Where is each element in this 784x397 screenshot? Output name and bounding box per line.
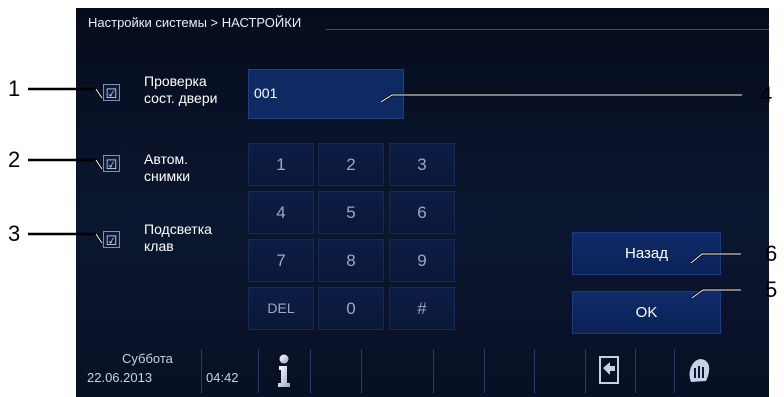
callout-lines xyxy=(28,87,742,300)
callout-number-2: 2 xyxy=(8,147,21,172)
callout-number-1: 1 xyxy=(8,76,21,101)
callout-number-3: 3 xyxy=(8,221,21,246)
callout-number-5: 5 xyxy=(765,277,778,302)
callout-number-4: 4 xyxy=(760,82,773,107)
callout-number-6: 6 xyxy=(765,241,778,266)
